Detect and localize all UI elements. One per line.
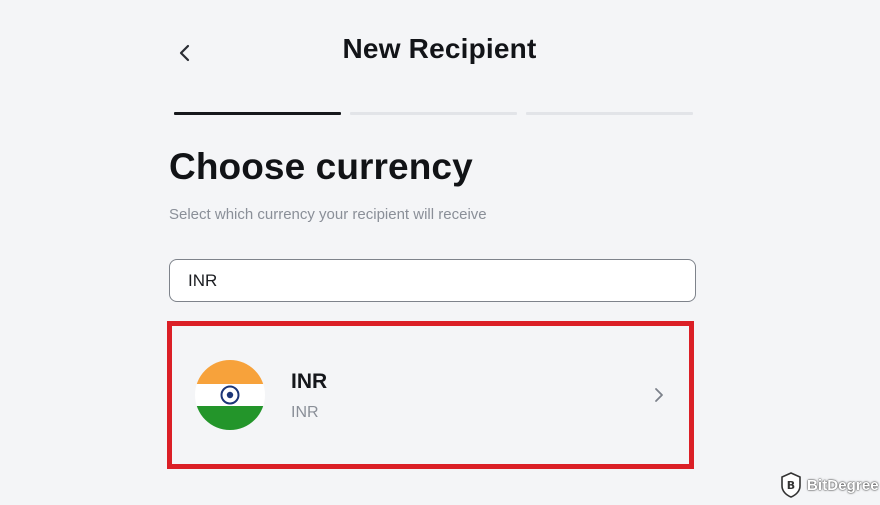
svg-text:B: B [787, 479, 795, 492]
section-title: Choose currency [169, 146, 473, 187]
section-subtitle: Select which currency your recipient wil… [169, 206, 487, 223]
currency-search-input[interactable] [186, 269, 679, 292]
step-3-indicator [526, 112, 693, 115]
india-flag-icon [195, 360, 265, 430]
chevron-right-icon [655, 388, 663, 402]
page-title: New Recipient [342, 33, 537, 64]
step-2-indicator [350, 112, 517, 115]
progress-steps [174, 112, 693, 115]
currency-search-field[interactable] [169, 259, 696, 302]
currency-code: INR [291, 370, 328, 393]
currency-name: INR [291, 404, 319, 421]
currency-list-item[interactable]: INR INR [172, 326, 689, 464]
bitdegree-watermark: B BitDegree [780, 471, 879, 499]
bitdegree-logo-icon: B [781, 472, 801, 498]
watermark-text: BitDegree [807, 476, 879, 494]
step-1-indicator [174, 112, 341, 115]
